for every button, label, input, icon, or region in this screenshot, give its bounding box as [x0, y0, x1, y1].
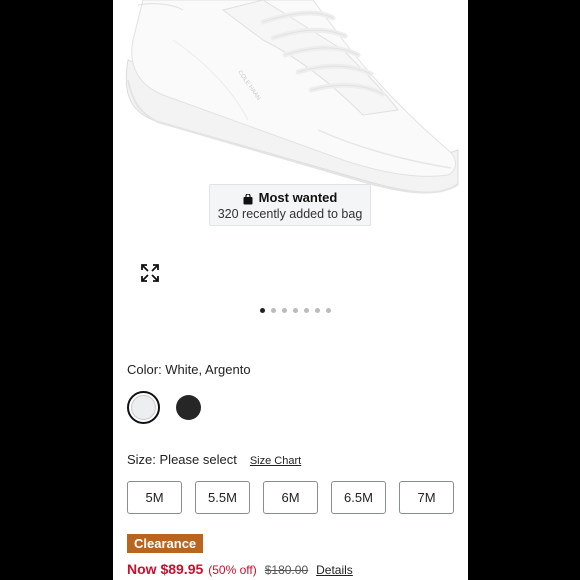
size-option-6-5m[interactable]: 6.5M: [331, 481, 386, 514]
size-options: 5M 5.5M 6M 6.5M 7M: [127, 481, 454, 514]
price-percent-off: (50% off): [208, 563, 257, 577]
swatch-black[interactable]: [172, 391, 205, 424]
carousel-dot[interactable]: [304, 308, 309, 313]
size-chart-link[interactable]: Size Chart: [250, 455, 301, 467]
carousel-dot[interactable]: [282, 308, 287, 313]
swatch-white[interactable]: [127, 391, 160, 424]
product-page: COLE HAAN Most wanted 320 recently added…: [113, 0, 468, 580]
size-label: Size: Please select: [127, 452, 237, 467]
carousel-dots[interactable]: [113, 308, 468, 313]
size-row: Size: Please select Size Chart: [127, 452, 301, 467]
size-option-5-5m[interactable]: 5.5M: [195, 481, 250, 514]
price-original: $180.00: [264, 563, 309, 577]
carousel-dot[interactable]: [326, 308, 331, 313]
swatch-white-fill: [131, 395, 156, 420]
most-wanted-badge: Most wanted 320 recently added to bag: [209, 184, 371, 226]
price-now: Now $89.95: [127, 561, 204, 577]
expand-icon[interactable]: [140, 263, 160, 283]
color-label: Color: White, Argento: [127, 362, 251, 377]
carousel-dot[interactable]: [271, 308, 276, 313]
carousel-dot[interactable]: [293, 308, 298, 313]
price-details-link[interactable]: Details: [316, 563, 353, 577]
color-swatches: [127, 391, 205, 424]
carousel-dot[interactable]: [315, 308, 320, 313]
swatch-black-fill: [176, 395, 201, 420]
price-row: Now $89.95 (50% off) $180.00 Details: [127, 561, 353, 577]
badge-title: Most wanted: [258, 190, 338, 205]
carousel-dot[interactable]: [260, 308, 265, 313]
size-option-6m[interactable]: 6M: [263, 481, 318, 514]
shopping-bag-icon: [243, 192, 253, 205]
clearance-badge: Clearance: [127, 534, 204, 553]
size-option-7m[interactable]: 7M: [399, 481, 454, 514]
size-option-5m[interactable]: 5M: [127, 481, 182, 514]
badge-subtitle: 320 recently added to bag: [217, 207, 363, 221]
product-image-carousel[interactable]: COLE HAAN Most wanted 320 recently added…: [113, 0, 468, 313]
